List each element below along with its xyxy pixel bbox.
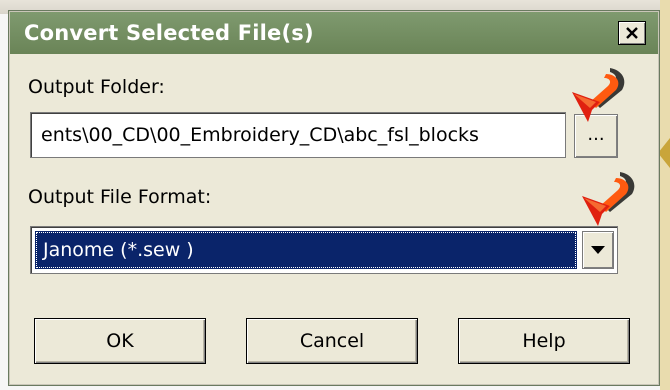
dropdown-button[interactable] (582, 231, 614, 269)
red-arrow-pointer-icon (572, 68, 625, 122)
output-folder-label: Output Folder: (28, 76, 165, 98)
dialog-title: Convert Selected File(s) (24, 21, 314, 45)
cancel-button[interactable]: Cancel (246, 318, 418, 364)
close-icon (626, 27, 638, 39)
close-button[interactable] (618, 21, 646, 45)
red-arrow-pointer-icon (582, 172, 635, 226)
output-format-selected-value[interactable]: Janome (*.sew ) (35, 231, 577, 269)
dialog-titlebar[interactable]: Convert Selected File(s) (10, 12, 658, 54)
chevron-down-icon (591, 246, 605, 254)
output-folder-input[interactable]: ents\00_CD\00_Embroidery_CD\abc_fsl_bloc… (30, 112, 566, 158)
output-format-select[interactable]: Janome (*.sew ) (30, 226, 618, 274)
background-app-edge (660, 0, 670, 390)
help-button[interactable]: Help (458, 318, 630, 364)
output-format-label: Output File Format: (28, 186, 212, 208)
ok-button[interactable]: OK (34, 318, 206, 364)
screen: Convert Selected File(s) Output Folder: … (0, 0, 670, 390)
